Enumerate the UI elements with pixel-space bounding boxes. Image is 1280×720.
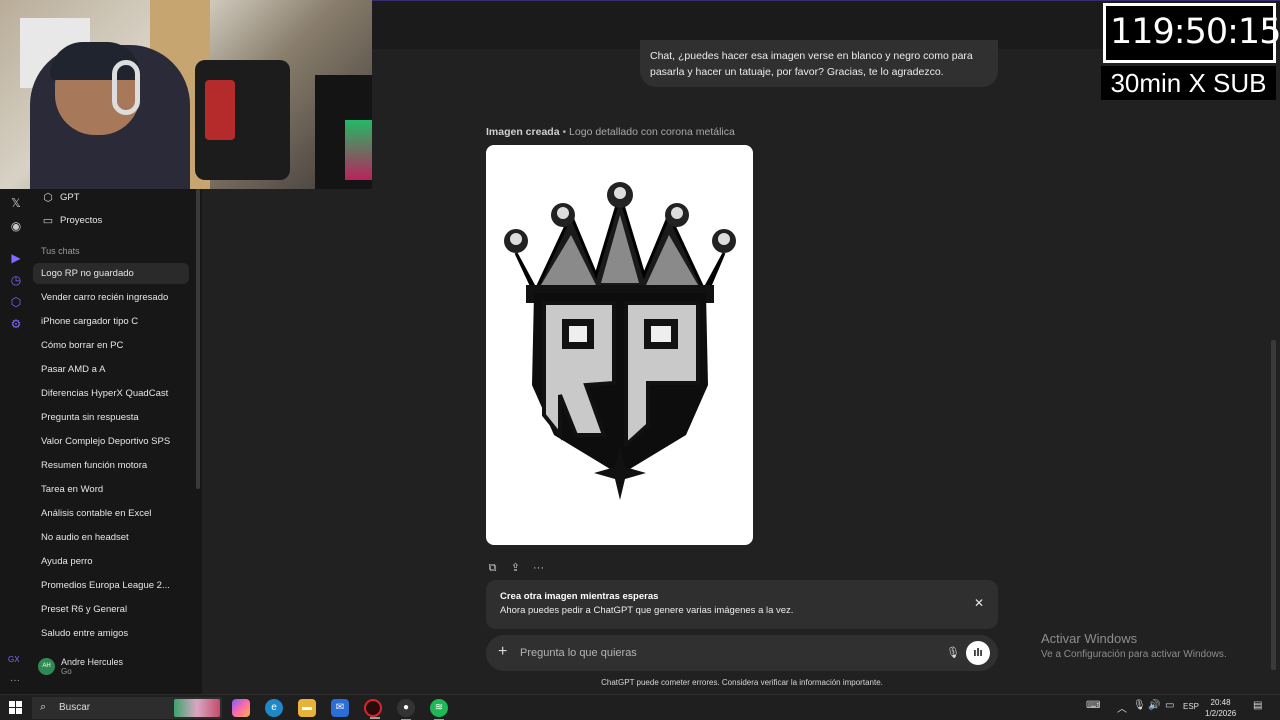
taskbar-clock[interactable]: 20:48 1/2/2026 <box>1205 697 1236 719</box>
user-name: Andre Hercules <box>61 657 124 667</box>
player-icon[interactable]: ▶ <box>8 250 24 266</box>
chat-item[interactable]: Valor Complejo Deportivo SPS <box>33 431 189 452</box>
chats-section-title: Tus chats <box>41 246 80 256</box>
composer: + 🎙 ılı <box>486 635 998 671</box>
clock-date: 1/2/2026 <box>1205 709 1237 718</box>
sidebar-item-label: Proyectos <box>60 214 103 226</box>
copy-icon[interactable]: ⧉ <box>486 562 499 575</box>
chat-item[interactable]: Pasar AMD a A <box>33 359 189 380</box>
windows-activation-watermark: Activar Windows Ve a Configuración para … <box>1041 631 1227 660</box>
chat-scrollbar[interactable] <box>1271 340 1276 670</box>
history-icon[interactable]: ◷ <box>8 272 24 288</box>
chevron-up-icon[interactable]: ︿ <box>1117 700 1127 715</box>
logo-text: RP <box>486 145 508 149</box>
gx-label: GX <box>8 655 20 664</box>
user-message: Chat, ¿puedes hacer esa imagen verse en … <box>640 40 998 87</box>
microphone-tray-icon[interactable]: 🎙 <box>1133 700 1146 711</box>
chat-item[interactable]: Preset R6 y General <box>33 599 189 620</box>
obs-icon[interactable]: ● <box>397 699 415 720</box>
chat-item[interactable]: Ayuda perro <box>33 551 189 572</box>
image-caption-status: Imagen creada <box>486 126 560 138</box>
webcam-pc-glow <box>345 120 372 180</box>
chat-item[interactable]: Vender carro recién ingresado <box>33 287 189 308</box>
timer-value: 119:50:15 <box>1110 12 1280 52</box>
rp-crown-logo: RP <box>486 145 736 500</box>
x-icon[interactable]: 𝕏 <box>8 195 24 211</box>
microphone-icon[interactable]: 🎙 <box>946 646 960 659</box>
watermark-subtitle: Ve a Configuración para activar Windows. <box>1041 649 1227 660</box>
chat-item[interactable]: Diferencias HyperX QuadCast <box>33 383 189 404</box>
chat-item[interactable]: Tarea en Word <box>33 479 189 500</box>
file-explorer-icon[interactable]: ▬ <box>298 699 316 717</box>
cube-icon: ⬡ <box>43 191 53 204</box>
more-options-icon[interactable]: ··· <box>532 562 545 575</box>
close-icon[interactable]: ✕ <box>974 596 984 610</box>
sidebar-item-proyectos[interactable]: ▭ Proyectos <box>42 210 102 230</box>
screen: 119:50:15 30min X SUB 𝕏 ◉ ▶ ◷ ⬡ ⚙ GX ···… <box>0 0 1280 720</box>
search-icon: ⌕ <box>40 701 47 713</box>
chat-item[interactable]: No audio en headset <box>33 527 189 548</box>
opera-gx-icon[interactable] <box>364 699 382 719</box>
chat-item[interactable]: Resumen función motora <box>33 455 189 476</box>
stream-timer: 119:50:15 <box>1103 3 1280 63</box>
browser-rail: 𝕏 ◉ ▶ ◷ ⬡ ⚙ GX ··· <box>0 189 32 694</box>
chat-item[interactable]: Saludo entre amigos <box>33 623 189 644</box>
sidebar-item-label: GPT <box>60 191 80 203</box>
multi-image-notice: Crea otra imagen mientras esperas Ahora … <box>486 580 998 629</box>
taskbar-search[interactable]: ⌕ Buscar <box>32 697 222 719</box>
spotify-icon[interactable]: ≋ <box>430 699 448 720</box>
voice-mode-button[interactable]: ılı <box>966 641 990 665</box>
search-highlight-image <box>174 699 220 717</box>
prompt-input[interactable] <box>520 643 920 663</box>
network-icon[interactable]: ▭ <box>1165 700 1174 711</box>
webcam-headset <box>112 60 140 115</box>
chat-item[interactable]: Promedios Europa League 2... <box>33 575 189 596</box>
avatar: AH <box>38 658 55 675</box>
extensions-icon[interactable]: ⬡ <box>8 294 24 310</box>
keyboard-icon[interactable]: ⌨ <box>1086 700 1100 711</box>
timer-subtitle: 30min X SUB <box>1101 66 1276 100</box>
image-caption-title: • Logo detallado con corona metálica <box>559 126 735 138</box>
user-plan: Go <box>61 667 72 676</box>
search-placeholder: Buscar <box>59 702 91 713</box>
sidebar-scrollbar[interactable] <box>196 189 200 489</box>
message-actions: ⧉ ⇪ ··· <box>486 562 545 575</box>
user-account[interactable]: AH Andre Hercules Go <box>38 657 123 676</box>
disclaimer: ChatGPT puede cometer errores. Considera… <box>601 678 883 687</box>
chat-item[interactable]: iPhone cargador tipo C <box>33 311 189 332</box>
notice-title: Crea otra imagen mientras esperas <box>500 591 659 602</box>
plus-icon[interactable]: + <box>498 643 507 661</box>
generated-image[interactable]: RP <box>486 145 753 545</box>
webcam-overlay <box>0 0 372 189</box>
chat-item[interactable]: Análisis contable en Excel <box>33 503 189 524</box>
language-indicator[interactable]: ESP <box>1183 702 1199 711</box>
share-icon[interactable]: ⇪ <box>509 562 522 575</box>
webcam-chair-accent <box>205 80 235 140</box>
discord-icon[interactable]: ◉ <box>8 218 24 234</box>
chat-item[interactable]: Pregunta sin respuesta <box>33 407 189 428</box>
edge-icon[interactable]: e <box>265 699 283 717</box>
mail-icon[interactable]: ✉ <box>331 699 349 717</box>
copilot-icon[interactable] <box>232 699 250 717</box>
sidebar: ⬡ GPT ▭ Proyectos Tus chats Logo RP no g… <box>32 189 202 694</box>
notice-body: Ahora puedes pedir a ChatGPT que genere … <box>500 605 794 616</box>
watermark-title: Activar Windows <box>1041 631 1138 646</box>
chat-item[interactable]: Logo RP no guardado <box>33 263 189 284</box>
windows-start-icon[interactable] <box>9 701 22 714</box>
folder-icon: ▭ <box>42 214 54 227</box>
notifications-icon[interactable]: ▤ <box>1253 700 1262 711</box>
more-icon[interactable]: ··· <box>10 675 20 686</box>
chat-item[interactable]: Cómo borrar en PC <box>33 335 189 356</box>
settings-icon[interactable]: ⚙ <box>8 316 24 332</box>
clock-time: 20:48 <box>1210 698 1231 707</box>
image-caption: Imagen creada • Logo detallado con coron… <box>486 126 735 138</box>
taskbar: ⌕ Buscar e ▬ ✉ ● ≋ ⌨ ︿ 🎙 🔊 ▭ ESP 20:48 1… <box>0 694 1280 720</box>
volume-icon[interactable]: 🔊 <box>1148 700 1160 711</box>
sidebar-item-gpt[interactable]: ⬡ GPT <box>42 187 80 207</box>
